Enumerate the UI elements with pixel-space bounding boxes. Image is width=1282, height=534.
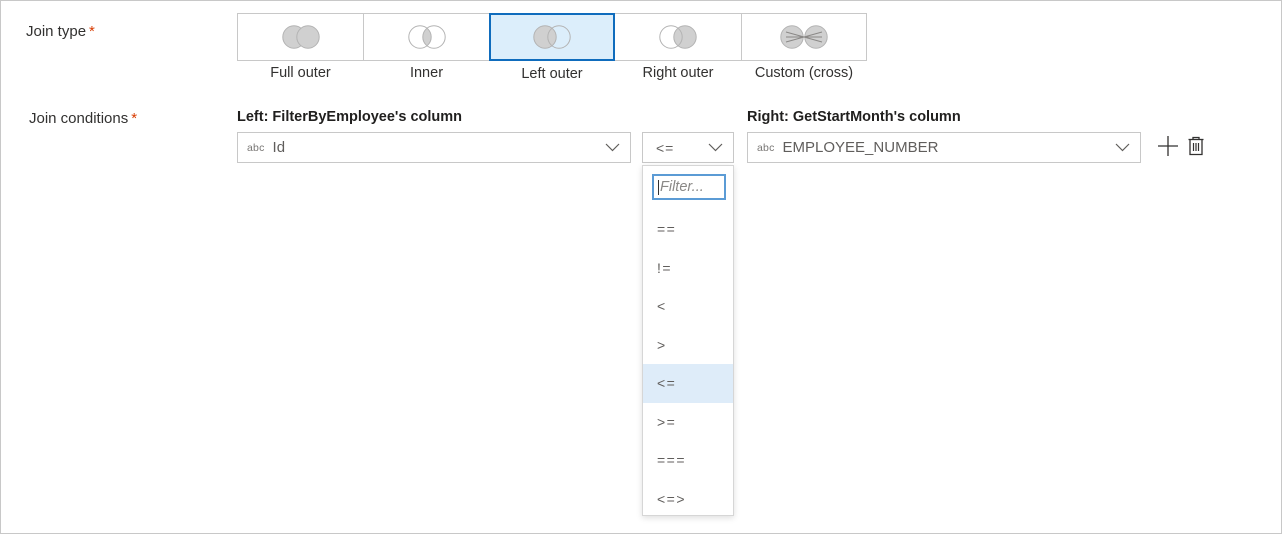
chevron-down-icon [708, 143, 723, 152]
operator-option-greater-than-or-equal[interactable]: >= [643, 403, 733, 442]
left-column-select[interactable]: abc Id [237, 132, 631, 163]
left-column-type-badge: abc [247, 141, 265, 154]
join-type-option-right-outer[interactable]: Right outer [615, 13, 741, 81]
join-type-caption-inner: Inner [409, 65, 444, 81]
left-column-value: Id [272, 139, 286, 156]
operator-select[interactable]: <= [642, 132, 734, 163]
join-configuration-panel: Join type * Full outer Inner Left outer … [0, 0, 1282, 534]
join-type-option-full-outer[interactable]: Full outer [237, 13, 363, 81]
join-type-caption-full-outer: Full outer [270, 65, 331, 81]
operator-option-greater-than[interactable]: > [643, 326, 733, 365]
plus-icon[interactable] [1156, 134, 1180, 158]
venn-right-outer-icon [659, 25, 697, 49]
required-asterisk-conditions: * [131, 110, 138, 127]
operator-value: <= [656, 139, 675, 156]
operator-filter-input[interactable]: Filter... [652, 174, 726, 200]
venn-full-outer-icon [281, 25, 320, 49]
join-type-option-custom-cross[interactable]: Custom (cross) [741, 13, 867, 81]
chevron-down-icon [1115, 143, 1130, 152]
trash-icon[interactable] [1185, 134, 1207, 158]
venn-inner-icon [407, 25, 446, 49]
operator-option-equals[interactable]: == [643, 210, 733, 249]
operator-option-less-than[interactable]: < [643, 287, 733, 326]
venn-left-outer-icon [533, 25, 571, 49]
operator-option-label: != [657, 259, 673, 276]
join-conditions-label: Join conditions * [29, 109, 137, 129]
operator-option-label: >= [657, 413, 677, 430]
operator-option-not-equals[interactable]: != [643, 249, 733, 288]
right-column-value: EMPLOYEE_NUMBER [782, 139, 939, 156]
join-type-caption-left-outer: Left outer [521, 66, 583, 82]
venn-custom-cross-icon [780, 25, 828, 49]
join-type-option-group: Full outer Inner Left outer Right outer … [237, 13, 867, 82]
operator-option-label: < [657, 298, 667, 315]
operator-option-label: > [657, 336, 667, 353]
operator-option-label: === [657, 452, 687, 469]
join-type-option-left-outer[interactable]: Left outer [489, 13, 615, 82]
operator-option-list: == != < > <= >= === <=> [643, 210, 733, 518]
operator-filter-placeholder: Filter... [660, 179, 704, 195]
join-conditions-label-text: Join conditions [29, 110, 129, 127]
operator-option-null-safe-equals[interactable]: <=> [643, 480, 733, 519]
join-type-caption-right-outer: Right outer [642, 65, 714, 81]
text-caret [658, 179, 659, 195]
operator-option-label: == [657, 221, 677, 238]
chevron-down-icon [605, 143, 620, 152]
operator-dropdown-flyout: Filter... == != < > <= >= === <=> [642, 165, 734, 516]
operator-option-label: <=> [657, 490, 687, 507]
operator-option-label: <= [657, 375, 677, 392]
right-column-header: Right: GetStartMonth's column [747, 109, 961, 125]
join-type-option-inner[interactable]: Inner [363, 13, 489, 81]
left-column-header: Left: FilterByEmployee's column [237, 109, 463, 125]
join-type-label: Join type * [26, 22, 95, 42]
operator-option-strict-equals[interactable]: === [643, 441, 733, 480]
operator-option-less-than-or-equal[interactable]: <= [643, 364, 733, 403]
join-type-caption-custom-cross: Custom (cross) [754, 65, 854, 81]
right-column-type-badge: abc [757, 141, 775, 154]
required-asterisk: * [89, 23, 95, 40]
right-column-select[interactable]: abc EMPLOYEE_NUMBER [747, 132, 1141, 163]
join-type-label-text: Join type [26, 23, 87, 40]
